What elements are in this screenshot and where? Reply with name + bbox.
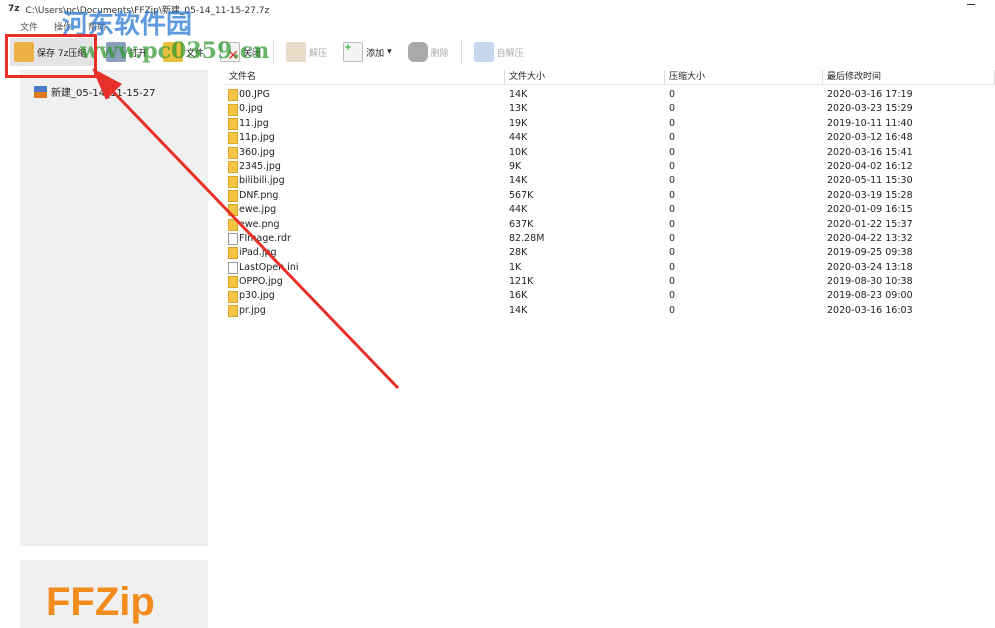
annotation-arrow [92, 68, 400, 390]
